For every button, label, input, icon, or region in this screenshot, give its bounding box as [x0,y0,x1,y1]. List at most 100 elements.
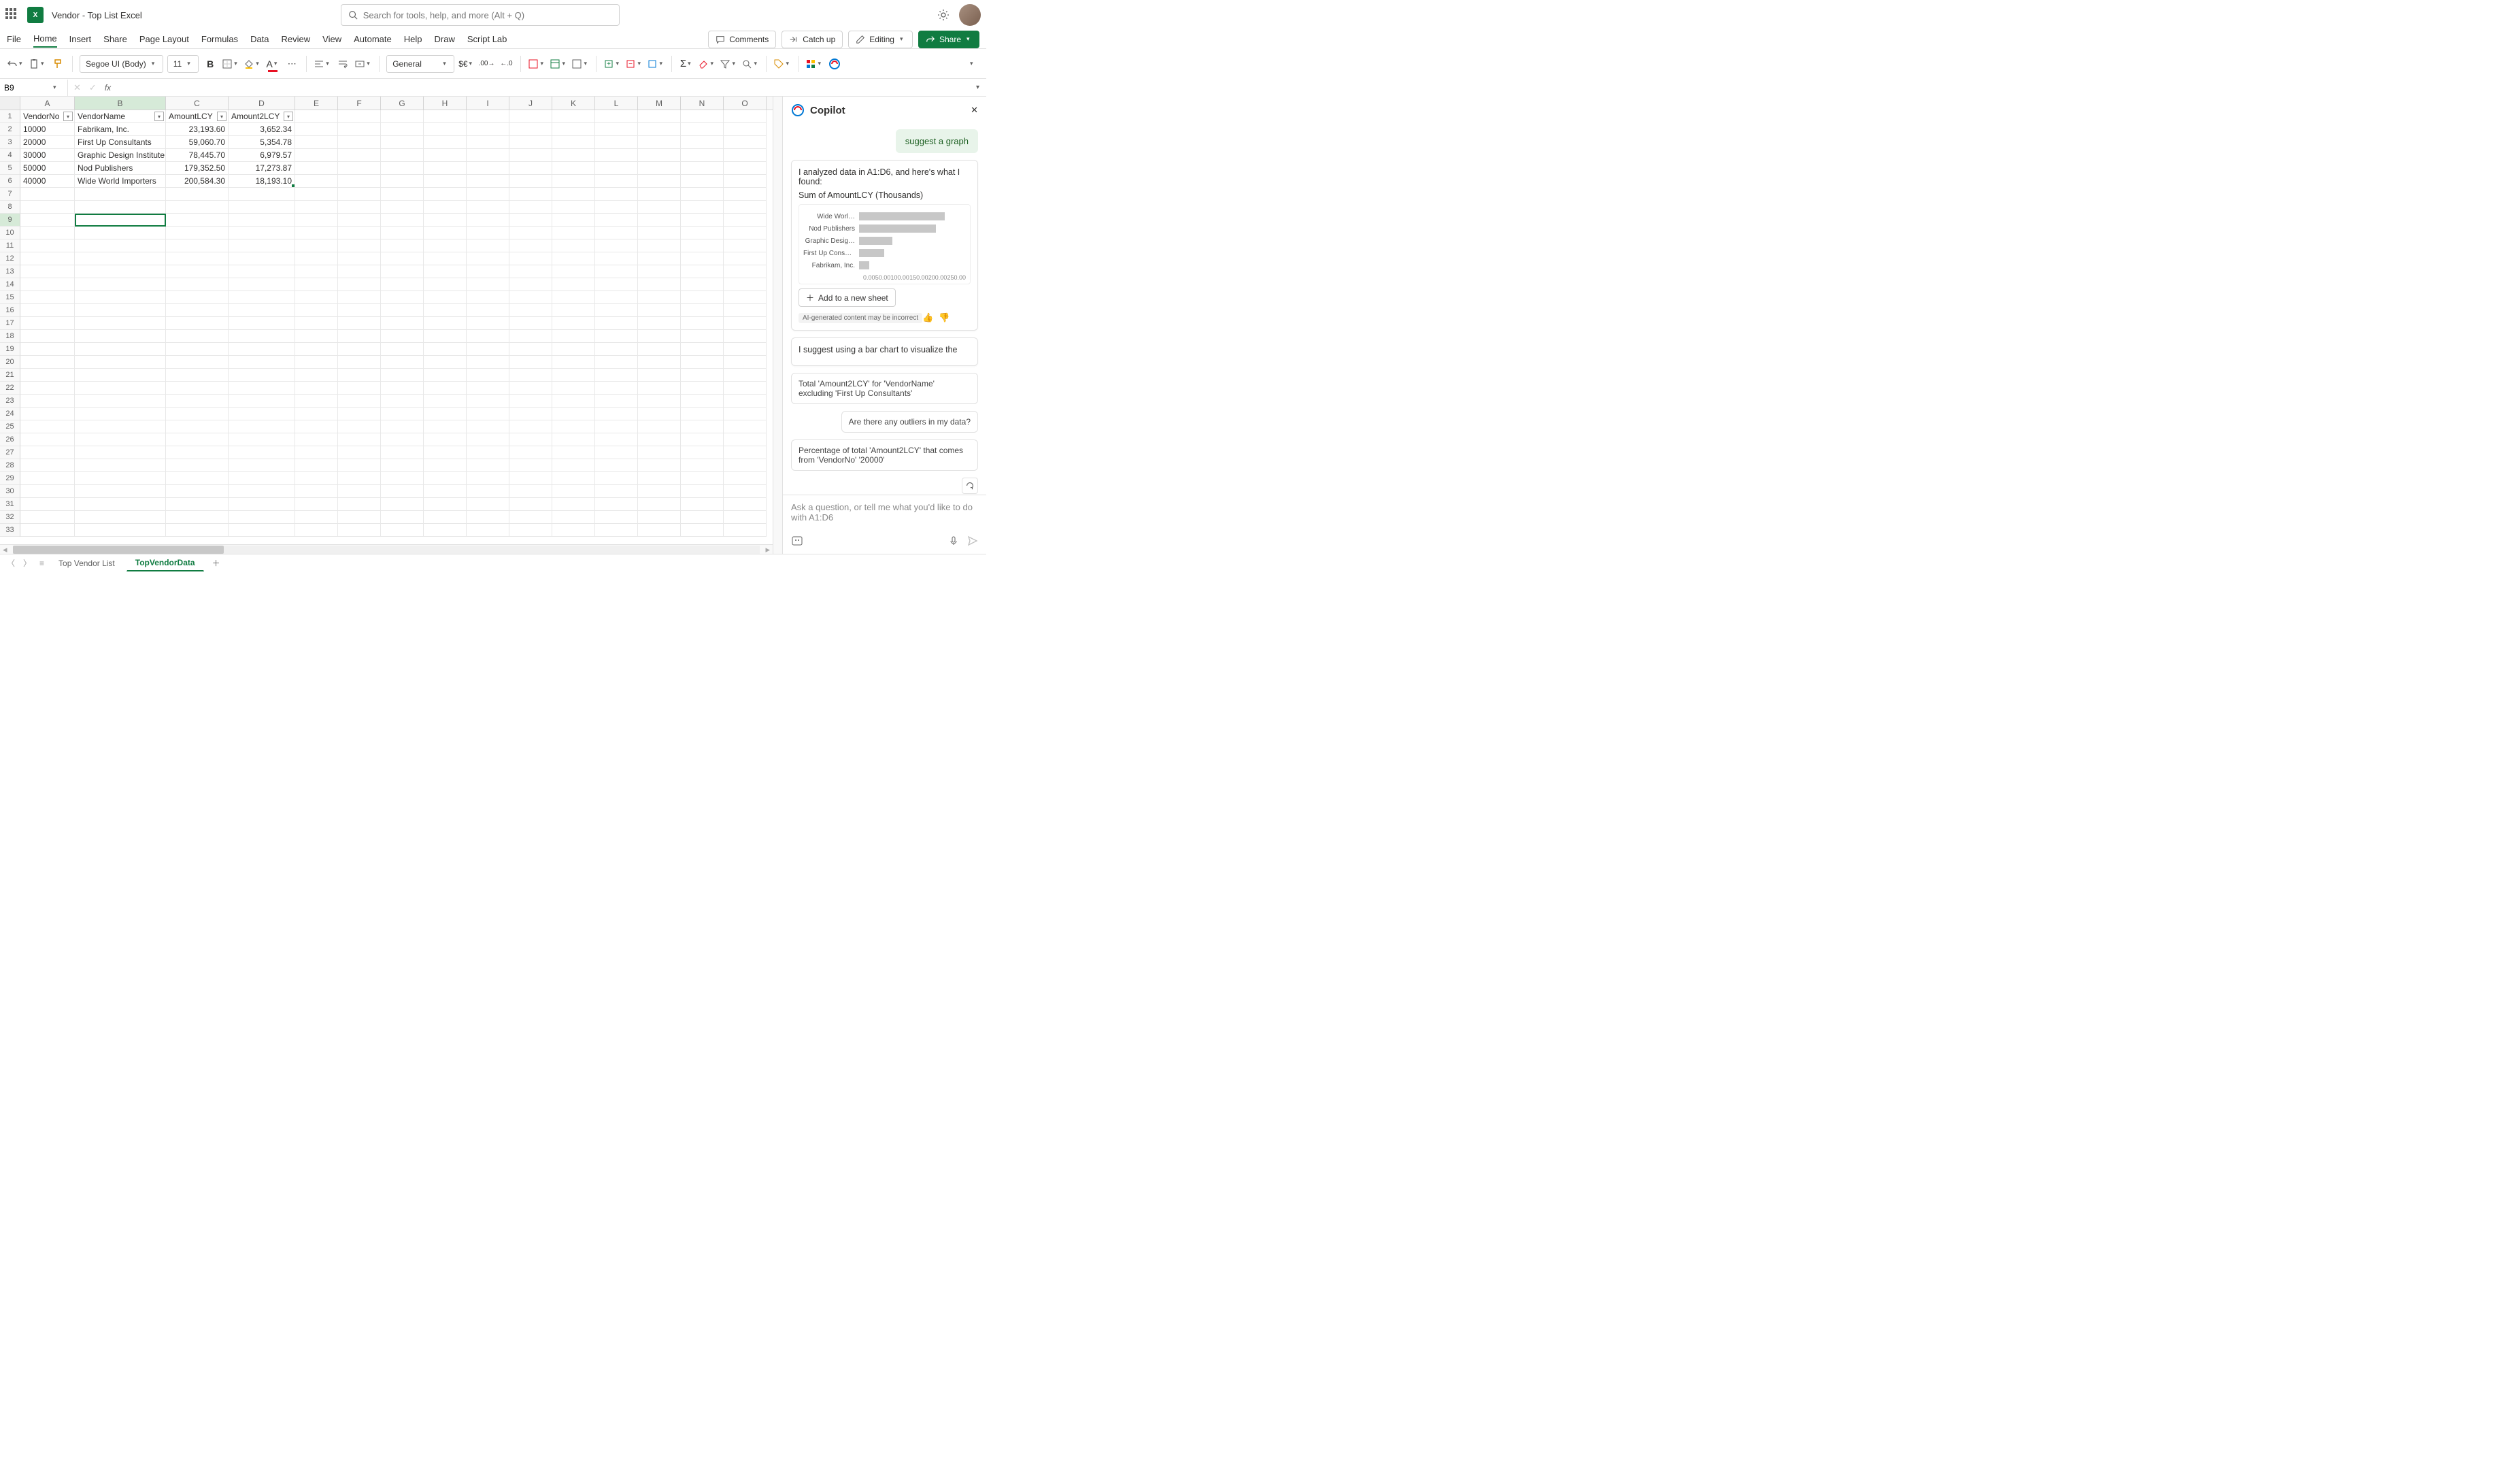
cell[interactable] [724,214,767,227]
cell[interactable] [338,485,381,498]
cell[interactable] [509,123,552,136]
cell[interactable] [509,459,552,472]
tab-share[interactable]: Share [103,31,127,47]
cell[interactable] [467,485,509,498]
cell[interactable] [295,395,338,408]
cell[interactable] [638,408,681,420]
cell[interactable] [20,446,75,459]
cell[interactable] [424,239,467,252]
cell[interactable]: VendorNo▾ [20,110,75,123]
cell[interactable] [338,408,381,420]
cell[interactable] [681,239,724,252]
tab-insert[interactable]: Insert [69,31,92,47]
cell[interactable] [338,459,381,472]
cell[interactable] [166,330,229,343]
cell[interactable] [338,433,381,446]
filter-arrow-icon[interactable]: ▾ [217,112,226,121]
cell[interactable] [638,472,681,485]
cell[interactable] [424,201,467,214]
cell[interactable] [552,408,595,420]
cell[interactable] [338,317,381,330]
cell[interactable] [724,265,767,278]
cell[interactable]: 6,979.57 [229,149,295,162]
cell[interactable] [229,459,295,472]
cell[interactable] [467,382,509,395]
cell[interactable]: Nod Publishers [75,162,166,175]
cell[interactable] [75,317,166,330]
cell[interactable] [295,369,338,382]
addins-button[interactable]: ▾ [805,54,823,73]
cell[interactable] [467,214,509,227]
cell[interactable] [338,239,381,252]
cell[interactable] [552,459,595,472]
cell[interactable] [338,511,381,524]
cell[interactable] [424,149,467,162]
cell[interactable] [338,252,381,265]
cell[interactable] [20,330,75,343]
cell[interactable] [467,239,509,252]
tab-file[interactable]: File [7,31,21,47]
cell[interactable] [338,498,381,511]
cell[interactable] [595,330,638,343]
refresh-suggestions-button[interactable] [962,478,978,494]
cell[interactable] [381,278,424,291]
add-sheet-button[interactable]: ＋ [207,557,226,569]
merge-button[interactable]: ▾ [354,54,372,73]
cell[interactable] [295,343,338,356]
cell[interactable] [681,408,724,420]
cell[interactable] [552,369,595,382]
col-header-C[interactable]: C [166,97,229,110]
cell[interactable] [166,265,229,278]
cell[interactable] [595,369,638,382]
cell[interactable] [381,252,424,265]
borders-button[interactable]: ▾ [222,54,239,73]
cell[interactable] [552,201,595,214]
cell[interactable] [638,524,681,537]
row-header[interactable]: 18 [0,330,20,343]
cell[interactable] [381,356,424,369]
cell[interactable] [595,524,638,537]
cell[interactable] [166,188,229,201]
cell[interactable] [338,214,381,227]
cell[interactable] [20,265,75,278]
cell[interactable] [509,446,552,459]
cell[interactable] [638,162,681,175]
cell[interactable] [295,188,338,201]
cell[interactable] [681,201,724,214]
cell[interactable] [724,149,767,162]
cell[interactable] [467,304,509,317]
cell[interactable] [467,149,509,162]
cell[interactable] [681,433,724,446]
cell[interactable] [724,304,767,317]
cell[interactable] [381,382,424,395]
cell[interactable] [638,485,681,498]
cell[interactable] [229,291,295,304]
cell[interactable] [681,472,724,485]
cell[interactable] [509,227,552,239]
cell[interactable] [595,420,638,433]
tab-review[interactable]: Review [282,31,311,47]
decrease-decimal-button[interactable]: ←.0 [499,54,514,73]
cell[interactable] [724,369,767,382]
cell[interactable] [509,511,552,524]
cell[interactable] [595,472,638,485]
cell[interactable] [724,252,767,265]
cell[interactable] [724,227,767,239]
cell[interactable] [638,239,681,252]
close-icon[interactable]: ✕ [971,105,978,116]
cell[interactable] [552,123,595,136]
row-header[interactable]: 16 [0,304,20,317]
col-header-K[interactable]: K [552,97,595,110]
cell[interactable] [75,369,166,382]
cell[interactable] [595,110,638,123]
cell[interactable] [20,472,75,485]
cell[interactable] [424,524,467,537]
cell[interactable] [638,369,681,382]
cell[interactable] [595,239,638,252]
cell[interactable] [638,317,681,330]
cell[interactable]: 18,193.10 [229,175,295,188]
cell[interactable] [509,149,552,162]
cell[interactable] [338,369,381,382]
cell[interactable] [638,433,681,446]
cell[interactable] [509,188,552,201]
